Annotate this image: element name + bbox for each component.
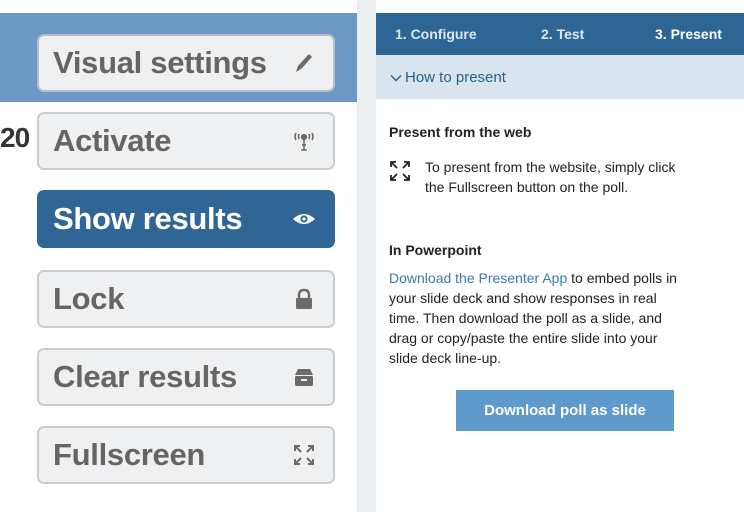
presenter-app-link[interactable]: Download the Presenter App (389, 270, 567, 286)
activate-button[interactable]: Activate (37, 112, 335, 170)
powerpoint-text-line-1: Download the Presenter App to embed poll… (389, 268, 677, 288)
pencil-icon (291, 50, 317, 76)
chevron-down-icon (390, 71, 402, 83)
powerpoint-heading: In Powerpoint (389, 242, 482, 258)
present-panel: 1. Configure 2. Test 3. Present How to p… (376, 13, 744, 512)
panel-divider (357, 0, 376, 512)
show-results-button[interactable]: Show results (37, 190, 335, 248)
lock-icon (291, 286, 317, 312)
fullscreen-label: Fullscreen (53, 437, 206, 472)
web-heading: Present from the web (389, 124, 532, 140)
poll-controls-panel: 20 Visual settings Activate Show results… (0, 0, 357, 512)
activate-label: Activate (53, 123, 172, 158)
visual-settings-label: Visual settings (53, 45, 267, 80)
antenna-icon (291, 128, 317, 154)
fullscreen-small-icon (389, 160, 411, 182)
lock-label: Lock (53, 281, 125, 316)
archive-icon (291, 364, 317, 390)
eye-icon (291, 206, 317, 232)
download-poll-button[interactable]: Download poll as slide (456, 390, 674, 431)
clear-results-label: Clear results (53, 359, 237, 394)
accordion-title: How to present (405, 68, 506, 86)
web-text-line-1: To present from the website, simply clic… (425, 159, 676, 175)
powerpoint-text-line-4: drag or copy/paste the entire slide into… (389, 330, 658, 346)
powerpoint-text-after-link: to embed polls in (567, 270, 677, 286)
visual-settings-button[interactable]: Visual settings (37, 34, 335, 92)
tab-configure[interactable]: 1. Configure (395, 26, 477, 42)
powerpoint-text-line-3: time. Then download the poll as a slide,… (389, 310, 662, 326)
how-to-present-accordion[interactable]: How to present (376, 55, 744, 99)
cropped-text-fragment: 20 (0, 122, 30, 153)
show-results-label: Show results (53, 201, 243, 236)
powerpoint-text-line-2: your slide deck and show responses in re… (389, 290, 657, 306)
web-text-line-2: the Fullscreen button on the poll. (425, 179, 629, 195)
step-tabs: 1. Configure 2. Test 3. Present (376, 13, 744, 55)
fullscreen-icon (291, 442, 317, 468)
lock-button[interactable]: Lock (37, 270, 335, 328)
clear-results-button[interactable]: Clear results (37, 348, 335, 406)
tab-test[interactable]: 2. Test (541, 26, 584, 42)
fullscreen-button[interactable]: Fullscreen (37, 426, 335, 484)
tab-present[interactable]: 3. Present (655, 26, 722, 42)
powerpoint-text-line-5: slide deck line-up. (389, 350, 502, 366)
